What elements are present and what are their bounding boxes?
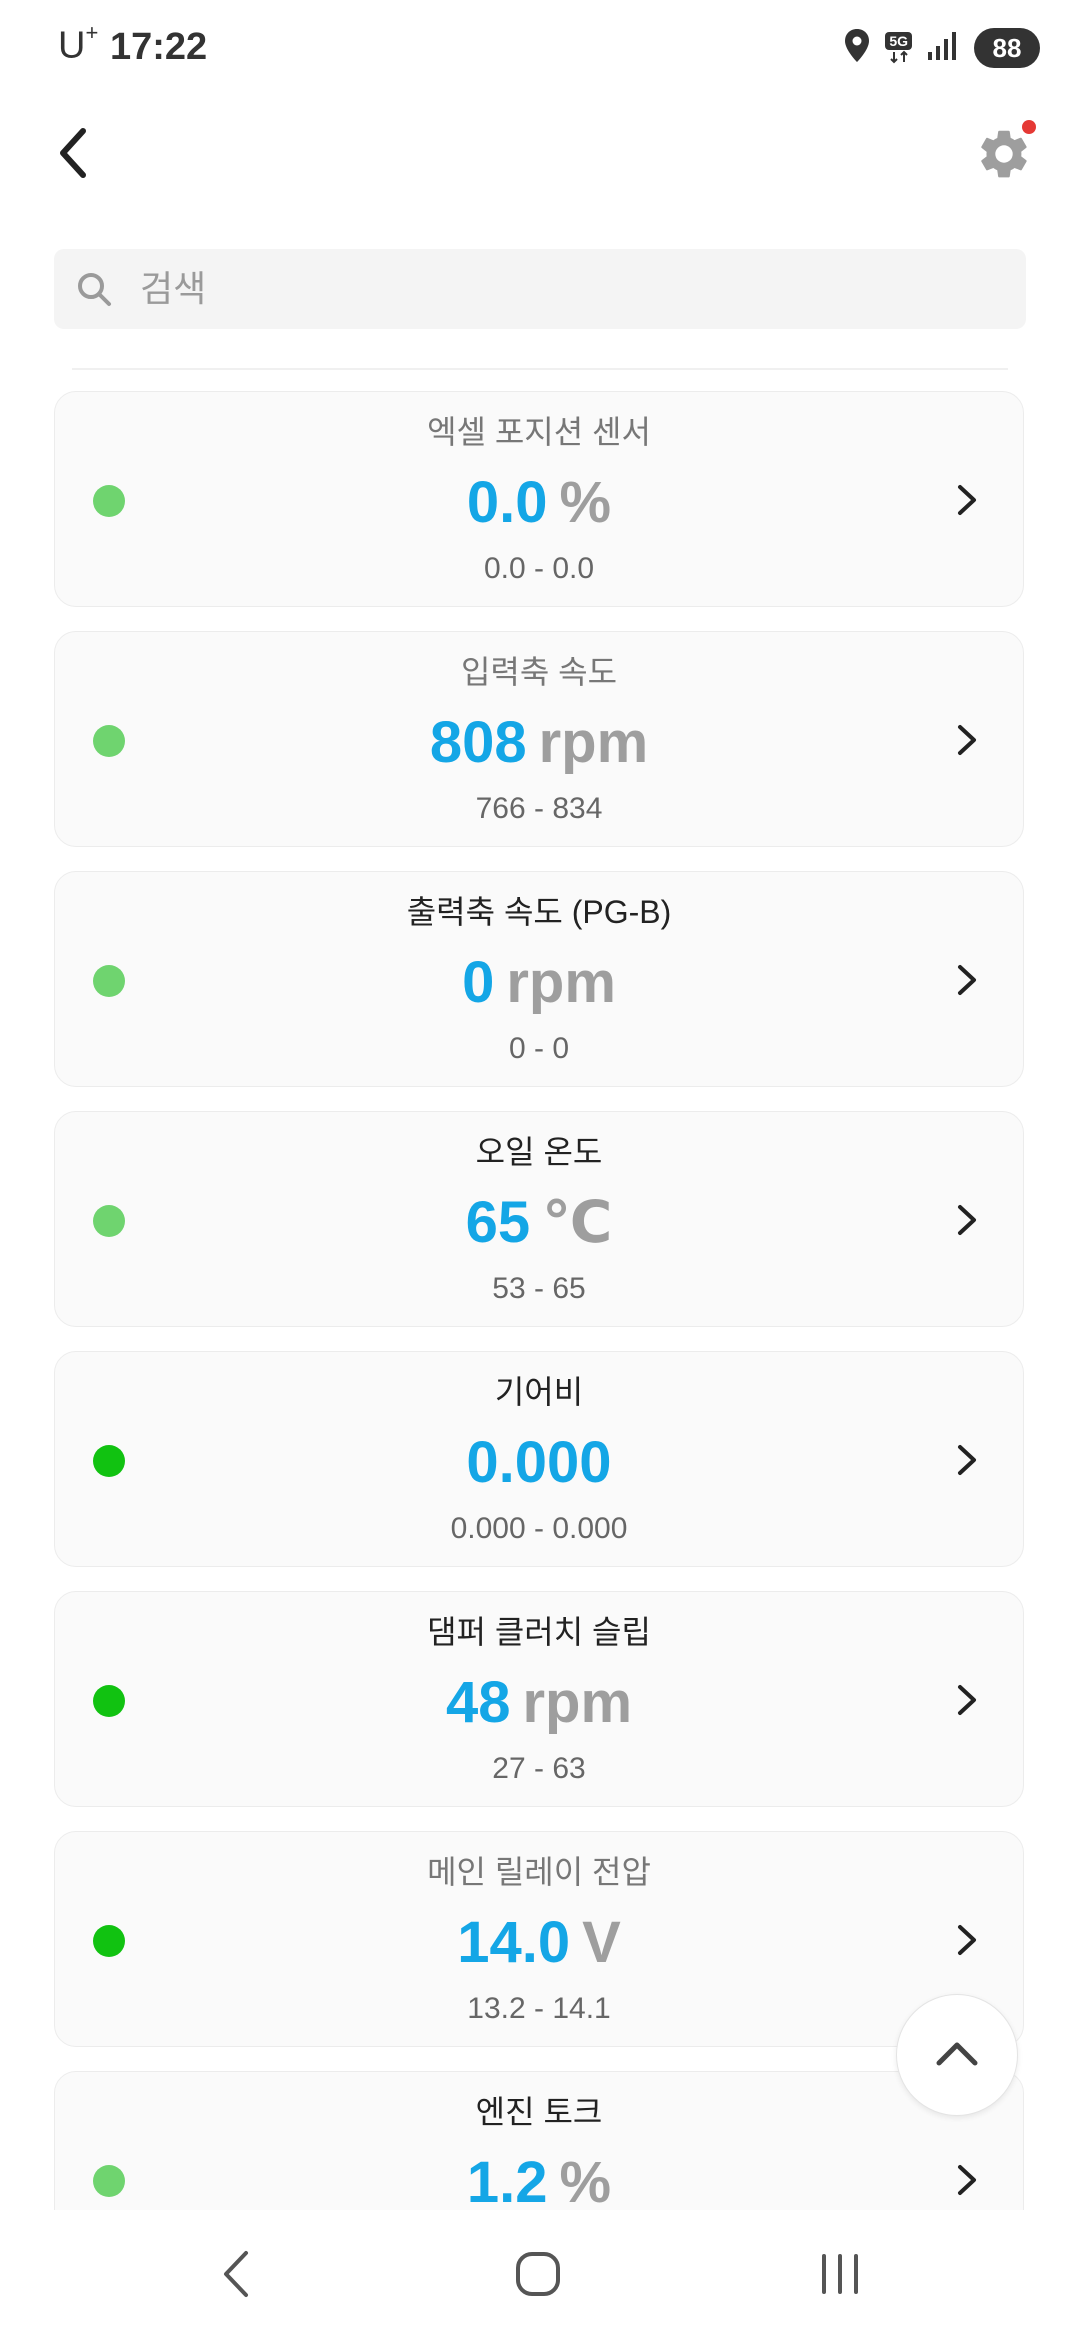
status-dot (93, 485, 125, 517)
chevron-right-icon (947, 1200, 987, 1240)
network-label: 5G (885, 32, 912, 50)
gear-icon (975, 125, 1033, 188)
signal-icon (926, 30, 960, 67)
value-line: 0.0% (155, 470, 923, 551)
chevron-right-icon (947, 960, 987, 1000)
item-value: 0 (462, 950, 495, 1015)
list-item[interactable]: 엑셀 포지션 센서 0.0% 0.0 - 0.0 (54, 391, 1024, 607)
item-unit: rpm (538, 710, 649, 775)
item-value: 48 (445, 1670, 511, 1735)
item-value: 0.000 (466, 1430, 612, 1495)
value-line: 48 rpm (155, 1670, 923, 1751)
chevron-right-icon (947, 1920, 987, 1960)
value-line: 65 ℃ (155, 1190, 923, 1271)
status-dot (93, 2165, 125, 2197)
top-bar (0, 100, 1080, 210)
list-item[interactable]: 댐퍼 클러치 슬립 48 rpm 27 - 63 (54, 1591, 1024, 1807)
list-item[interactable]: 메인 릴레이 전압 14.0 V 13.2 - 14.1 (54, 1831, 1024, 2047)
item-range: 27 - 63 (492, 1752, 586, 1785)
status-dot (93, 965, 125, 997)
value-line: 14.0 V (155, 1910, 923, 1991)
chevron-right-icon (947, 1680, 987, 1720)
status-dot (93, 725, 125, 757)
item-unit: rpm (522, 1670, 633, 1735)
item-value: 808 (429, 710, 527, 775)
item-unit: % (559, 470, 612, 535)
value-line: 0.000 (155, 1430, 923, 1511)
item-range: 0.0 - 0.0 (483, 552, 595, 585)
item-title: 엔진 토크 (475, 2094, 603, 2130)
nav-home-button[interactable] (498, 2240, 578, 2312)
item-unit: V (582, 1910, 621, 1975)
divider (72, 368, 1008, 370)
value-line: 0 rpm (155, 950, 923, 1031)
item-range: 0.000 - 0.000 (450, 1512, 628, 1545)
chevron-up-icon (935, 2039, 979, 2072)
list-item[interactable]: 엔진 토크 1.2% (54, 2071, 1024, 2210)
value-line: 1.2% (155, 2150, 923, 2210)
value-line: 808 rpm (155, 710, 923, 791)
chevron-right-icon (947, 720, 987, 760)
search-input[interactable] (138, 267, 1002, 311)
chevron-right-icon (947, 480, 987, 520)
status-dot (93, 1925, 125, 1957)
item-range: 766 - 834 (475, 792, 603, 825)
list-item[interactable]: 기어비 0.000 0.000 - 0.000 (54, 1351, 1024, 1567)
item-range: 53 - 65 (492, 1272, 586, 1305)
chevron-right-icon (947, 1440, 987, 1480)
status-dot (93, 1685, 125, 1717)
status-dot (93, 1445, 125, 1477)
item-list[interactable]: 엑셀 포지션 센서 0.0% 0.0 - 0.0 입력축 속도 808 rpm 7… (0, 380, 1080, 2210)
list-item[interactable]: 출력축 속도 (PG-B) 0 rpm 0 - 0 (54, 871, 1024, 1087)
chevron-left-icon (53, 125, 93, 186)
status-time: 17:22 (110, 26, 208, 68)
carrier-label: U+ (58, 20, 99, 67)
nav-back-button[interactable] (196, 2240, 276, 2312)
item-title: 기어비 (494, 1374, 584, 1410)
back-button[interactable] (40, 122, 106, 188)
item-unit: ℃ (542, 1190, 613, 1255)
item-value: 1.2 (466, 2150, 548, 2210)
item-title: 엑셀 포지션 센서 (427, 414, 651, 450)
status-icons: 5G 88 (843, 26, 1040, 70)
scroll-to-top-button[interactable] (896, 1994, 1018, 2116)
nav-recents-icon (817, 2252, 863, 2301)
search-icon (74, 269, 114, 309)
item-value: 65 (465, 1190, 531, 1255)
settings-button[interactable] (966, 118, 1042, 194)
notification-dot (1022, 120, 1036, 134)
search-box[interactable] (54, 249, 1026, 329)
nav-recents-button[interactable] (800, 2240, 880, 2312)
navigation-bar (0, 2212, 1080, 2340)
nav-back-icon (218, 2249, 254, 2304)
item-unit: % (559, 2150, 612, 2210)
item-title: 댐퍼 클러치 슬립 (427, 1614, 651, 1650)
network-5g-icon: 5G (885, 32, 912, 64)
item-title: 출력축 속도 (PG-B) (406, 894, 672, 930)
battery-indicator: 88 (974, 28, 1040, 68)
list-item[interactable]: 오일 온도 65 ℃ 53 - 65 (54, 1111, 1024, 1327)
nav-home-icon (514, 2250, 562, 2303)
item-title: 메인 릴레이 전압 (427, 1854, 651, 1890)
item-title: 입력축 속도 (460, 654, 618, 690)
list-item[interactable]: 입력축 속도 808 rpm 766 - 834 (54, 631, 1024, 847)
item-range: 0 - 0 (508, 1032, 570, 1065)
status-dot (93, 1205, 125, 1237)
item-title: 오일 온도 (475, 1134, 603, 1170)
chevron-right-icon (947, 2160, 987, 2200)
status-bar: U+ 17:22 5G 88 (0, 0, 1080, 100)
item-value: 14.0 (457, 1910, 571, 1975)
item-unit: rpm (506, 950, 616, 1015)
item-value: 0.0 (466, 470, 548, 535)
item-range: 13.2 - 14.1 (467, 1992, 611, 2025)
location-icon (843, 28, 871, 69)
